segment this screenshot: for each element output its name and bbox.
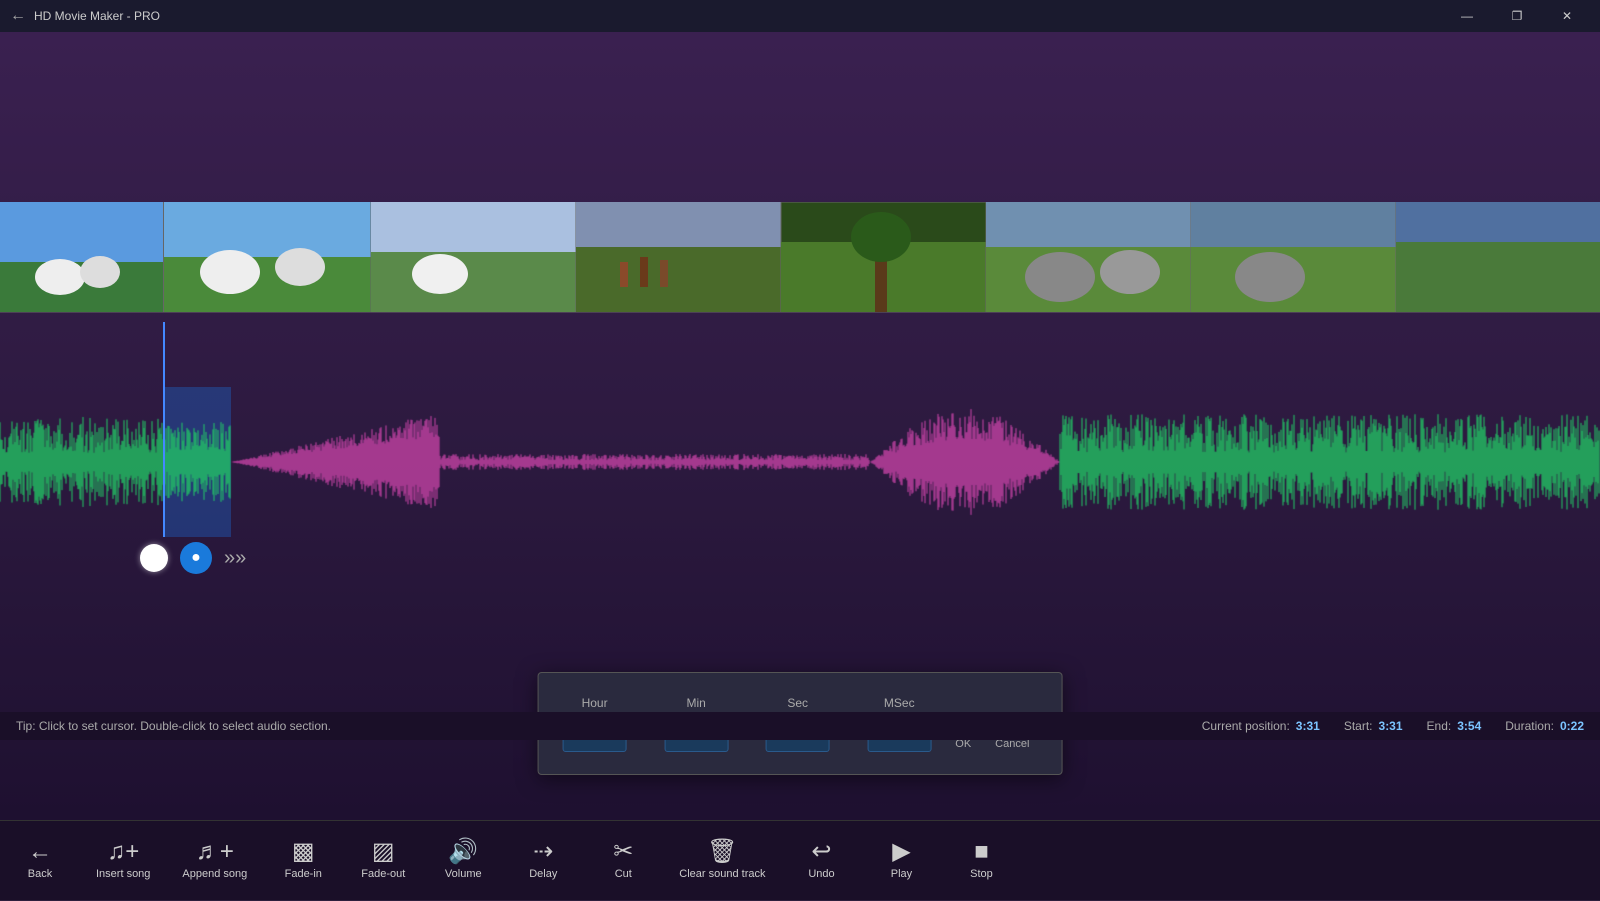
- start-display: Start: 3:31: [1344, 719, 1403, 733]
- sec-label: Sec: [787, 696, 808, 710]
- duration-label: Duration:: [1505, 719, 1554, 733]
- end-display: End: 3:54: [1427, 719, 1482, 733]
- undo-label: Undo: [808, 868, 834, 881]
- toolbar: ← Back ♫+ Insert song ♬+ Append song ▩ F…: [0, 820, 1600, 900]
- volume-icon: 🔊: [448, 840, 478, 864]
- thumbnail-strip-svg: 00:03:32 00:04:36 00:06:42 00:10:47 00:1…: [0, 202, 1600, 322]
- insert-song-icon: ♫+: [107, 840, 139, 864]
- hour-label: Hour: [582, 696, 608, 710]
- titlebar-back-icon[interactable]: ←: [10, 7, 26, 25]
- play-label: Play: [891, 868, 912, 881]
- minimize-button[interactable]: —: [1444, 0, 1490, 32]
- start-value: 3:31: [1379, 719, 1403, 733]
- append-song-label: Append song: [182, 868, 247, 881]
- tip-text: Tip: Click to set cursor. Double-click t…: [16, 719, 331, 733]
- delay-button[interactable]: ⇢ Delay: [503, 821, 583, 901]
- waveform-canvas[interactable]: [0, 387, 1600, 537]
- clear-sound-track-label: Clear sound track: [679, 868, 765, 881]
- delay-icon: ⇢: [533, 840, 553, 864]
- stop-button[interactable]: ■ Stop: [941, 821, 1021, 901]
- fade-out-label: Fade-out: [361, 868, 405, 881]
- play-position-indicator[interactable]: ●: [180, 542, 212, 574]
- delay-label: Delay: [529, 868, 557, 881]
- clear-sound-track-button[interactable]: 🗑 Clear sound track: [663, 821, 781, 901]
- end-label: End:: [1427, 719, 1452, 733]
- current-pos-value: 3:31: [1296, 719, 1320, 733]
- fade-out-button[interactable]: ▨ Fade-out: [343, 821, 423, 901]
- msec-label: MSec: [884, 696, 915, 710]
- append-song-icon: ♬+: [196, 840, 234, 864]
- titlebar-left: ← HD Movie Maker - PRO: [10, 7, 160, 25]
- current-position-display: Current position: 3:31: [1202, 719, 1320, 733]
- playhead-row: ● »»: [140, 542, 246, 574]
- append-song-button[interactable]: ♬+ Append song: [166, 821, 263, 901]
- start-label: Start:: [1344, 719, 1373, 733]
- titlebar-title: HD Movie Maker - PRO: [34, 9, 160, 23]
- back-icon: ←: [28, 840, 52, 864]
- fade-in-button[interactable]: ▩ Fade-in: [263, 821, 343, 901]
- titlebar: ← HD Movie Maker - PRO — ❐ ✕: [0, 0, 1600, 32]
- play-icon: ▶: [892, 840, 910, 864]
- min-label: Min: [686, 696, 705, 710]
- play-button[interactable]: ▶ Play: [861, 821, 941, 901]
- close-button[interactable]: ✕: [1544, 0, 1590, 32]
- main-area: 00:03:32 00:04:36 00:06:42 00:10:47 00:1…: [0, 32, 1600, 820]
- statusbar: Tip: Click to set cursor. Double-click t…: [0, 712, 1600, 740]
- undo-button[interactable]: ↩ Undo: [781, 821, 861, 901]
- fade-in-icon: ▩: [292, 840, 315, 864]
- titlebar-controls: — ❐ ✕: [1444, 0, 1590, 32]
- duration-value: 0:22: [1560, 719, 1584, 733]
- current-pos-label: Current position:: [1202, 719, 1290, 733]
- volume-label: Volume: [445, 868, 482, 881]
- cut-button[interactable]: ✂ Cut: [583, 821, 663, 901]
- forward-icon[interactable]: »»: [224, 547, 246, 570]
- insert-song-label: Insert song: [96, 868, 150, 881]
- duration-display: Duration: 0:22: [1505, 719, 1584, 733]
- stop-icon: ■: [974, 840, 989, 864]
- stop-label: Stop: [970, 868, 993, 881]
- end-value: 3:54: [1457, 719, 1481, 733]
- fade-in-label: Fade-in: [285, 868, 322, 881]
- insert-song-button[interactable]: ♫+ Insert song: [80, 821, 166, 901]
- clear-sound-track-icon: 🗑: [707, 840, 737, 864]
- volume-button[interactable]: 🔊 Volume: [423, 821, 503, 901]
- statusbar-right: Current position: 3:31 Start: 3:31 End: …: [1202, 719, 1584, 733]
- undo-icon: ↩: [811, 840, 831, 864]
- cut-label: Cut: [615, 868, 632, 881]
- playhead-handle[interactable]: [140, 544, 168, 572]
- fade-out-icon: ▨: [372, 840, 395, 864]
- cut-icon: ✂: [613, 840, 633, 864]
- back-label: Back: [28, 868, 52, 881]
- back-button[interactable]: ← Back: [0, 821, 80, 901]
- restore-button[interactable]: ❐: [1494, 0, 1540, 32]
